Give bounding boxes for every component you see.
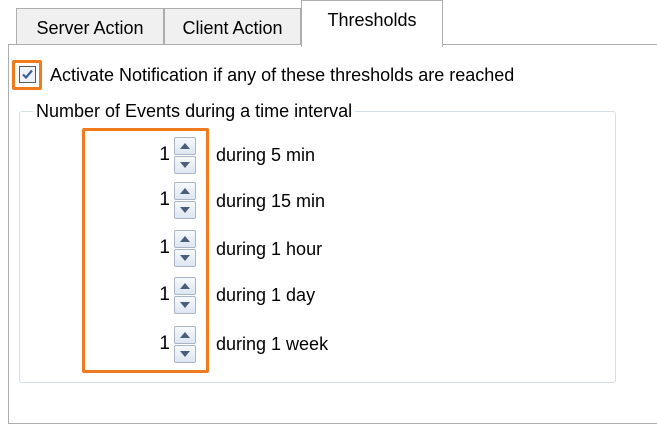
spin-down-button[interactable] xyxy=(174,249,196,267)
arrow-up-icon xyxy=(180,283,190,289)
arrow-down-icon xyxy=(180,207,190,213)
spinner-value[interactable]: 1 xyxy=(88,333,170,355)
tab-server-action[interactable]: Server Action xyxy=(16,8,164,45)
row-label-1-day: during 1 day xyxy=(216,285,316,305)
spin-down-button[interactable] xyxy=(174,345,196,363)
spin-up-button[interactable] xyxy=(174,277,196,295)
row-label-15-min: during 15 min xyxy=(216,191,326,211)
spin-up-button[interactable] xyxy=(174,182,196,200)
spinner-value[interactable]: 1 xyxy=(88,284,170,306)
arrow-down-icon xyxy=(180,162,190,168)
arrow-down-icon xyxy=(180,351,190,357)
activate-notification-checkbox[interactable] xyxy=(19,66,36,83)
arrow-up-icon xyxy=(180,332,190,338)
checkmark-icon xyxy=(22,69,33,80)
arrow-up-icon xyxy=(180,236,190,242)
spinner-1-hour[interactable]: 1 xyxy=(88,226,204,271)
spinner-1-week[interactable]: 1 xyxy=(88,322,204,367)
arrow-up-icon xyxy=(180,143,190,149)
spinner-15-min[interactable]: 1 xyxy=(88,178,204,223)
spinner-value[interactable]: 1 xyxy=(88,144,170,166)
row-label-1-hour: during 1 hour xyxy=(216,239,323,259)
spin-down-button[interactable] xyxy=(174,296,196,314)
spin-down-button[interactable] xyxy=(174,201,196,219)
spin-up-button[interactable] xyxy=(174,137,196,155)
arrow-down-icon xyxy=(180,302,190,308)
spin-up-button[interactable] xyxy=(174,326,196,344)
spinner-5-min[interactable]: 1 xyxy=(88,133,204,178)
arrow-up-icon xyxy=(180,188,190,194)
events-group-title: Number of Events during a time interval xyxy=(33,100,356,122)
row-label-1-week: during 1 week xyxy=(216,334,329,354)
row-label-5-min: during 5 min xyxy=(216,145,316,165)
tab-client-action[interactable]: Client Action xyxy=(164,8,301,45)
spinner-1-day[interactable]: 1 xyxy=(88,273,204,318)
tab-strip: Server Action Client Action Thresholds xyxy=(0,0,657,47)
spinner-value[interactable]: 1 xyxy=(88,237,170,259)
spinner-value[interactable]: 1 xyxy=(88,189,170,211)
spin-down-button[interactable] xyxy=(174,156,196,174)
tab-thresholds[interactable]: Thresholds xyxy=(301,0,443,47)
spin-up-button[interactable] xyxy=(174,230,196,248)
arrow-down-icon xyxy=(180,255,190,261)
activate-notification-label: Activate Notification if any of these th… xyxy=(50,65,515,85)
